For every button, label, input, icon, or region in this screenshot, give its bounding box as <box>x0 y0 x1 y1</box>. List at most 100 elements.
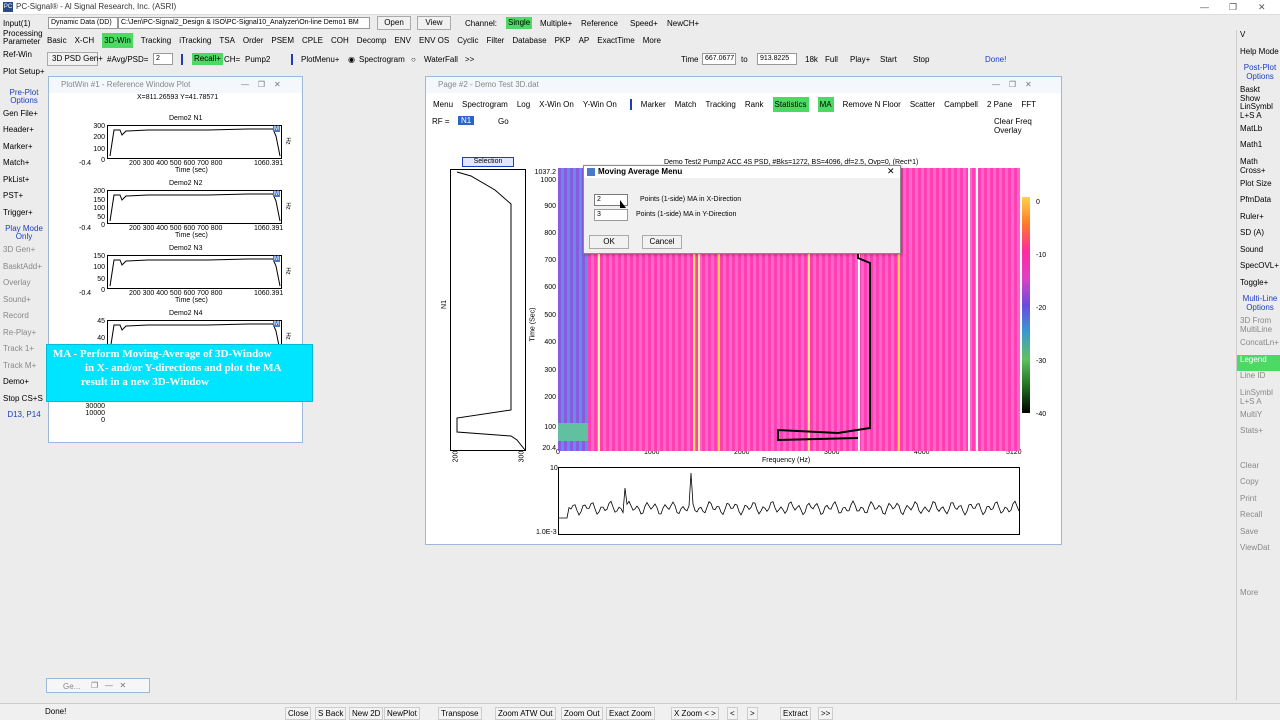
avg-input[interactable]: 2 <box>153 53 173 65</box>
single-button[interactable]: Single <box>506 17 533 29</box>
right-panel-item[interactable]: More <box>1237 588 1280 605</box>
mini-plot[interactable]: M Hz <box>107 125 290 159</box>
bottom-toolbar-button[interactable]: Zoom Out <box>561 707 603 720</box>
file-path-field[interactable]: C:\Jen\PC-Signal2_Design & ISO\PC-Signal… <box>118 17 370 29</box>
clear-freq-overlay[interactable]: Clear Freq Overlay <box>994 117 1061 135</box>
left-panel-item[interactable]: Header+ <box>0 126 45 143</box>
left-panel-item[interactable]: Plot Setup+ <box>0 67 45 89</box>
left-panel-item[interactable]: Ref-Win <box>0 51 45 68</box>
view-button[interactable]: View <box>417 16 451 30</box>
left-panel-item[interactable]: Overlay <box>0 279 45 296</box>
bottom-toolbar-button[interactable]: Close <box>285 707 312 720</box>
left-panel-item[interactable]: Play Mode Only <box>0 225 45 246</box>
menu-pkp[interactable]: PKP <box>555 33 571 48</box>
plotmenu-button[interactable]: PlotMenu+ <box>301 52 339 67</box>
bottom-toolbar-button[interactable]: Zoom ATW Out <box>495 707 556 720</box>
right-panel-item[interactable]: Help Mode <box>1237 47 1280 64</box>
bottom-toolbar-button[interactable]: < <box>727 707 738 720</box>
bk-button[interactable]: 18k <box>805 52 818 67</box>
right-panel-item[interactable]: Save <box>1237 527 1280 544</box>
left-panel-item[interactable]: Pre-Plot Options <box>0 88 45 110</box>
right-panel-item[interactable]: V <box>1237 30 1280 47</box>
time-to-input[interactable]: 913.8225 <box>757 53 797 65</box>
right-panel-item[interactable]: LinSymbl L+S A <box>1237 388 1280 410</box>
right-panel-item[interactable]: SD (A) <box>1237 228 1280 245</box>
menu-ap[interactable]: AP <box>579 33 590 48</box>
menu-env[interactable]: ENV <box>395 33 411 48</box>
menu-3d-win[interactable]: 3D-Win <box>102 33 133 48</box>
right-panel-item[interactable]: Baskt Show <box>1237 85 1280 103</box>
left-panel-item[interactable]: Marker+ <box>0 142 45 160</box>
left-panel-item[interactable]: PkList+ <box>0 175 45 193</box>
left-panel-item[interactable]: Demo+ <box>0 378 45 395</box>
right-panel-item[interactable]: ConcatLn+ <box>1237 338 1280 355</box>
reference-button[interactable]: Reference <box>581 16 618 31</box>
page2-menu-item[interactable]: Tracking <box>705 97 735 112</box>
page2-menu-item[interactable]: Match <box>675 97 697 112</box>
left-panel-item[interactable]: Re-Play+ <box>0 328 45 346</box>
cancel-button[interactable]: Cancel <box>642 235 682 249</box>
window-controls[interactable]: — ❐ ✕ <box>241 80 281 89</box>
page2-menu-item[interactable]: 2 Pane <box>987 97 1012 112</box>
right-panel-item[interactable]: Copy <box>1237 477 1280 494</box>
minimized-controls[interactable]: ❐ — ✕ <box>91 681 126 690</box>
menu-database[interactable]: Database <box>512 33 546 48</box>
maximize-icon[interactable]: ❐ <box>1229 2 1237 13</box>
window-controls[interactable]: — ❐ ✕ <box>992 80 1032 89</box>
menu-filter[interactable]: Filter <box>487 33 505 48</box>
menu-coh[interactable]: COH <box>331 33 349 48</box>
newch-button[interactable]: NewCH+ <box>667 16 699 31</box>
left-panel-item[interactable]: Processing Parameter <box>0 30 45 51</box>
menu-decomp[interactable]: Decomp <box>357 33 387 48</box>
right-panel-item[interactable]: MatLb <box>1237 124 1280 141</box>
right-panel-item[interactable]: Toggle+ <box>1237 278 1280 295</box>
menu-x-ch[interactable]: X-CH <box>75 33 95 48</box>
close-icon[interactable]: ✕ <box>1258 2 1266 13</box>
minimized-window[interactable]: Ge... ❐ — ✕ <box>46 678 150 693</box>
right-panel-item[interactable]: Plot Size <box>1237 179 1280 196</box>
page2-menu-item[interactable]: Spectrogram <box>462 97 508 112</box>
ch-select[interactable]: Pump2 <box>245 52 270 67</box>
left-panel-item[interactable]: Gen File+ <box>0 109 45 127</box>
left-panel-item[interactable]: Stop CS+S <box>0 394 45 412</box>
open-button[interactable]: Open <box>377 16 411 30</box>
right-panel-item[interactable]: Stats+ <box>1237 426 1280 443</box>
right-panel-item[interactable]: Math Cross+ <box>1237 157 1280 179</box>
page2-menu-item[interactable]: Menu <box>433 97 453 112</box>
left-panel-item[interactable]: Sound+ <box>0 295 45 313</box>
waterfall-radio-icon[interactable]: ○ <box>411 52 416 67</box>
go-button[interactable]: Go <box>498 117 509 126</box>
bottom-toolbar-button[interactable]: New 2D <box>349 707 384 720</box>
menu-itracking[interactable]: iTracking <box>179 33 211 48</box>
right-panel-item[interactable]: Post-Plot Options <box>1237 63 1280 85</box>
recall-button[interactable]: Recall+ <box>192 53 223 65</box>
spectrogram-radio-icon[interactable]: ◉ <box>348 52 355 67</box>
bottom-toolbar-button[interactable]: > <box>747 707 758 720</box>
right-panel-item[interactable]: Math1 <box>1237 140 1280 157</box>
page2-menu-item[interactable]: Marker <box>641 97 666 112</box>
minimize-icon[interactable]: — <box>1200 2 1209 12</box>
menu-basic[interactable]: Basic <box>47 33 67 48</box>
left-panel-item[interactable]: Record <box>0 312 45 329</box>
page2-menu-item[interactable]: Statistics <box>772 97 809 112</box>
rf-select[interactable]: N1 <box>458 116 475 125</box>
left-panel-item[interactable]: Match+ <box>0 159 45 176</box>
left-panel-item[interactable]: Track 1+ <box>0 345 45 362</box>
right-panel-item[interactable]: Sound <box>1237 245 1280 262</box>
dialog-close-icon[interactable]: ✕ <box>887 166 895 177</box>
right-panel-item[interactable]: MultiY <box>1237 410 1280 427</box>
right-panel-item[interactable]: Multi-Line Options <box>1237 294 1280 316</box>
speed-button[interactable]: Speed+ <box>630 16 658 31</box>
page2-menu-item[interactable]: MA <box>817 97 834 112</box>
left-panel-item[interactable]: BasktAdd+ <box>0 262 45 280</box>
menu-more[interactable]: More <box>643 33 661 48</box>
left-panel-item[interactable]: D13, P14 <box>0 411 45 428</box>
page2-menu-item[interactable]: Scatter <box>910 97 935 112</box>
bottom-toolbar-button[interactable]: S Back <box>315 707 347 720</box>
right-panel-item[interactable]: 3D From MultiLine <box>1237 316 1280 338</box>
page2-menu-item[interactable]: Remove N Floor <box>843 97 901 112</box>
menu-env-os[interactable]: ENV OS <box>419 33 449 48</box>
page2-menu-item[interactable]: X-Win On <box>539 97 574 112</box>
left-panel-item[interactable]: Track M+ <box>0 361 45 379</box>
full-button[interactable]: Full <box>825 52 838 67</box>
